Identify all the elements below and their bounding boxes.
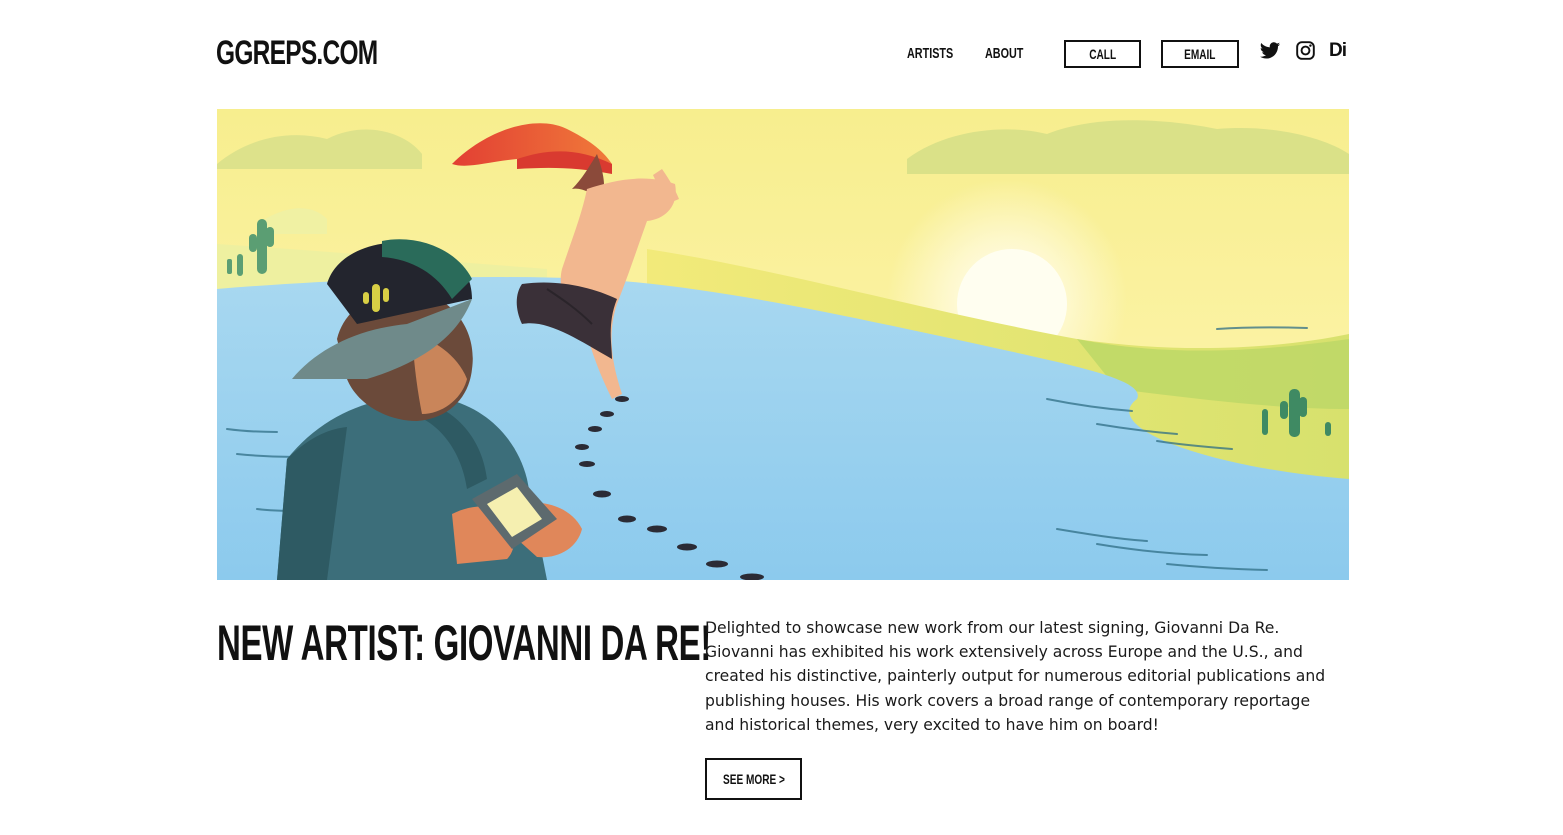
email-button[interactable]: EMAIL bbox=[1161, 40, 1239, 68]
see-more-button[interactable]: SEE MORE > bbox=[705, 758, 802, 800]
article-headline: NEW ARTIST: GIOVANNI DA RE! bbox=[217, 615, 712, 671]
article-body: Delighted to showcase new work from our … bbox=[705, 619, 1326, 734]
see-more-label: SEE MORE > bbox=[722, 771, 785, 787]
twitter-icon[interactable] bbox=[1259, 40, 1281, 62]
directory-icon[interactable]: Di bbox=[1329, 40, 1353, 62]
call-button[interactable]: CALL bbox=[1064, 40, 1141, 68]
call-button-label: CALL bbox=[1089, 46, 1116, 62]
instagram-icon[interactable] bbox=[1295, 40, 1317, 62]
nav-about-link[interactable]: ABOUT bbox=[985, 45, 1023, 62]
email-button-label: EMAIL bbox=[1184, 46, 1216, 62]
hero-illustration[interactable] bbox=[217, 109, 1349, 580]
nav-artists-link[interactable]: ARTISTS bbox=[907, 45, 953, 62]
site-logo[interactable]: GGREPS.COM bbox=[216, 34, 378, 73]
directory-icon-mark: Di bbox=[1329, 40, 1347, 61]
